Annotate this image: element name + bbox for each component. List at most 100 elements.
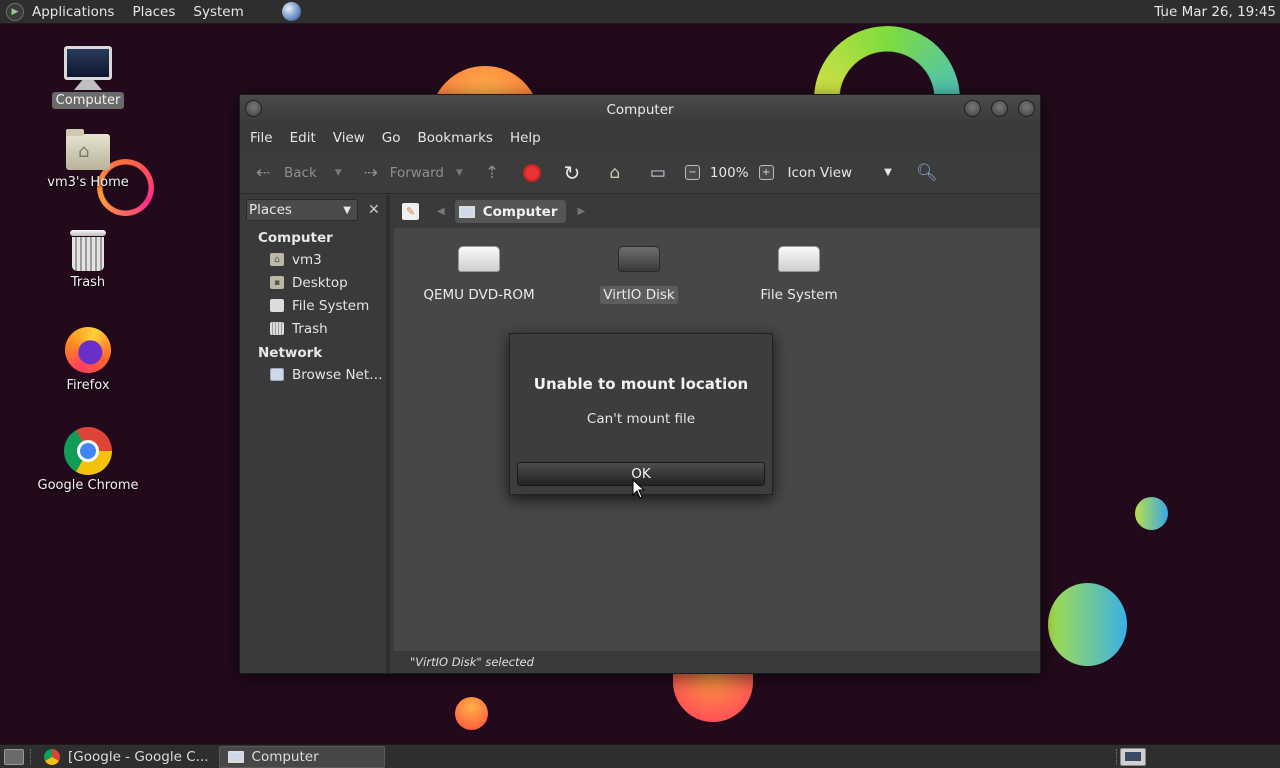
path-scroll-right-icon[interactable]: ▶ xyxy=(578,206,586,217)
drive-icon xyxy=(270,299,284,312)
chevron-down-icon: ▼ xyxy=(343,204,351,216)
taskbar-item-label: Computer xyxy=(251,748,319,765)
dialog-title: Unable to mount location xyxy=(533,375,749,393)
places-menu[interactable]: Places xyxy=(132,4,175,20)
menu-view[interactable]: View xyxy=(333,130,365,146)
sidebar-item-label: Browse Net… xyxy=(292,366,383,383)
reload-button[interactable]: ↻ xyxy=(561,161,583,185)
workspace-switcher-icon[interactable] xyxy=(1120,748,1146,766)
item-file-system[interactable]: File System xyxy=(734,246,864,304)
computer-icon xyxy=(458,205,475,218)
stop-icon xyxy=(522,163,541,182)
trash-icon xyxy=(270,322,284,335)
taskbar-item-chrome[interactable]: [Google - Google C... xyxy=(36,746,217,768)
web-browser-launcher-icon[interactable] xyxy=(282,2,301,21)
system-menu[interactable]: System xyxy=(193,4,243,20)
applications-menu[interactable]: Applications xyxy=(32,4,114,20)
desktop-icon-computer[interactable]: Computer xyxy=(33,46,143,109)
chrome-icon xyxy=(44,748,60,765)
panel-separator xyxy=(1116,749,1118,765)
show-desktop-icon[interactable] xyxy=(4,748,24,765)
sidebar-section-network: Network xyxy=(258,345,323,361)
path-button-computer[interactable]: Computer xyxy=(454,200,566,223)
zoom-in-icon: + xyxy=(758,165,774,180)
menu-edit[interactable]: Edit xyxy=(290,130,316,146)
desktop-icon-label: vm3's Home xyxy=(47,175,129,190)
desktop-icon-label: Computer xyxy=(51,92,125,109)
home-icon: ⌂ xyxy=(609,162,621,183)
sidebar: Places ▼ ✕ Computer ⌂ vm3 ▪ Desktop File… xyxy=(240,195,390,673)
menubar: File Edit View Go Bookmarks Help xyxy=(240,124,1040,152)
back-button[interactable]: ⇠ Back ▼ xyxy=(250,163,342,183)
bottom-panel: [Google - Google C... Computer xyxy=(0,744,1280,768)
close-sidebar-icon[interactable]: ✕ xyxy=(368,202,380,218)
desktop-icon-firefox[interactable]: Firefox xyxy=(33,327,143,394)
status-bar: "VirtIO Disk" selected xyxy=(394,651,1040,673)
sidebar-type-select[interactable]: Places ▼ xyxy=(246,199,358,221)
forward-label: Forward xyxy=(389,164,444,181)
edit-location-icon[interactable]: ✎ xyxy=(402,203,419,220)
desktop-folder-icon: ▪ xyxy=(270,276,284,289)
sidebar-item-label: vm3 xyxy=(292,251,322,268)
maximize-button[interactable] xyxy=(991,100,1008,117)
desktop-icon-chrome[interactable]: Google Chrome xyxy=(33,427,143,494)
computer-icon xyxy=(227,750,244,763)
top-panel: ▶ Applications Places System Tue Mar 26,… xyxy=(0,0,1280,24)
menu-help[interactable]: Help xyxy=(510,130,541,146)
home-folder-icon: ⌂ xyxy=(66,129,110,170)
wallpaper-big-circle xyxy=(1048,583,1127,666)
taskbar-item-label: [Google - Google C... xyxy=(68,748,209,765)
sidebar-item-label: Desktop xyxy=(292,274,348,291)
zoom-in-button[interactable]: + xyxy=(758,165,774,180)
up-button[interactable]: ⇡ xyxy=(481,163,503,183)
path-bar: ✎ ◀ Computer ▶ xyxy=(394,195,1040,228)
search-button[interactable]: 🔍︎ xyxy=(916,163,938,183)
item-qemu-dvd-rom[interactable]: QEMU DVD-ROM xyxy=(414,246,544,304)
chevron-down-icon: ▼ xyxy=(884,167,892,178)
sidebar-type-value: Places xyxy=(249,202,292,218)
view-mode-select[interactable]: Icon View ▼ xyxy=(788,165,892,181)
window-menu-button[interactable] xyxy=(245,100,262,117)
trash-icon xyxy=(70,230,106,272)
up-arrow-icon: ⇡ xyxy=(484,162,500,183)
back-history-dropdown-icon[interactable]: ▼ xyxy=(335,168,342,178)
distro-logo-icon[interactable]: ▶ xyxy=(6,2,24,21)
forward-history-dropdown-icon[interactable]: ▼ xyxy=(456,168,463,178)
clock[interactable]: Tue Mar 26, 19:45 xyxy=(1154,4,1276,20)
sidebar-header: Places ▼ ✕ xyxy=(240,195,386,225)
item-label: VirtIO Disk xyxy=(600,286,678,304)
optical-drive-icon xyxy=(458,246,500,272)
zoom-out-button[interactable]: − xyxy=(684,165,700,180)
sidebar-item-file-system[interactable]: File System xyxy=(240,294,386,317)
forward-button[interactable]: ⇢ Forward ▼ xyxy=(358,163,463,183)
sidebar-item-desktop[interactable]: ▪ Desktop xyxy=(240,271,386,294)
close-button[interactable] xyxy=(1018,100,1035,117)
sidebar-item-vm3[interactable]: ⌂ vm3 xyxy=(240,248,386,271)
desktop-icon-home[interactable]: ⌂ vm3's Home xyxy=(33,129,143,191)
stop-button[interactable] xyxy=(522,163,541,182)
computer-icon: ▭ xyxy=(649,162,666,183)
wallpaper-small-circle xyxy=(1135,497,1168,530)
hard-disk-icon xyxy=(618,246,660,272)
item-virtio-disk[interactable]: VirtIO Disk xyxy=(574,246,704,304)
sidebar-item-browse-network[interactable]: Browse Net… xyxy=(240,363,386,386)
taskbar-item-computer[interactable]: Computer xyxy=(218,745,385,768)
back-arrow-icon: ⇠ xyxy=(255,162,271,183)
sidebar-item-trash[interactable]: Trash xyxy=(240,317,386,340)
zoom-level: 100% xyxy=(709,164,749,181)
wallpaper-small-orange-circle xyxy=(455,697,488,730)
window-titlebar[interactable]: Computer xyxy=(240,95,1040,124)
item-label: QEMU DVD-ROM xyxy=(423,287,535,303)
computer-button[interactable]: ▭ xyxy=(647,163,669,183)
desktop-icon-trash[interactable]: Trash xyxy=(33,230,143,291)
home-button[interactable]: ⌂ xyxy=(605,163,625,183)
minimize-button[interactable] xyxy=(964,100,981,117)
chrome-icon xyxy=(64,427,112,475)
home-folder-icon: ⌂ xyxy=(270,253,284,266)
menu-file[interactable]: File xyxy=(250,130,273,146)
desktop-icon-label: Trash xyxy=(70,275,106,290)
desktop-icon-label: Google Chrome xyxy=(37,478,139,493)
menu-go[interactable]: Go xyxy=(382,130,401,146)
path-scroll-left-icon[interactable]: ◀ xyxy=(437,206,445,217)
menu-bookmarks[interactable]: Bookmarks xyxy=(418,130,493,146)
